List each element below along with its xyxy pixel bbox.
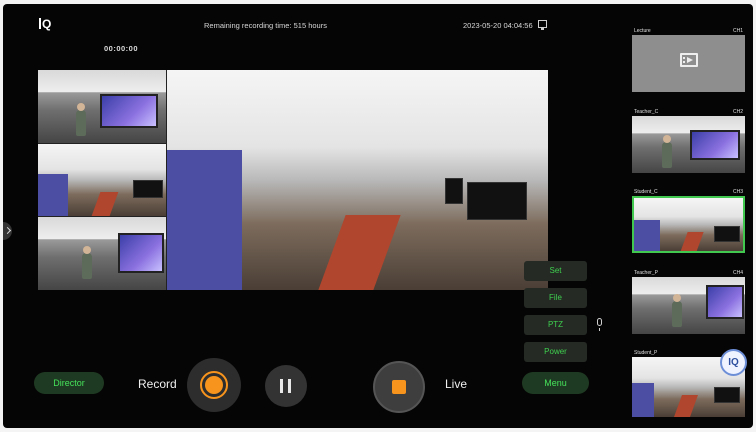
- record-label: Record: [138, 377, 177, 391]
- preview-tile-student[interactable]: [38, 144, 166, 216]
- preview-tile-teacher[interactable]: [38, 70, 166, 143]
- record-button[interactable]: [187, 358, 241, 412]
- video-file-icon: [680, 53, 698, 67]
- channel-lecture[interactable]: Lecture CH1: [630, 28, 747, 94]
- file-button[interactable]: File: [524, 288, 587, 308]
- channel-student-c[interactable]: Student_C CH3: [630, 189, 747, 255]
- iq-logo: Q: [39, 17, 51, 31]
- recording-timer: 00:00:00: [104, 44, 139, 53]
- ptz-button[interactable]: PTZ: [524, 315, 587, 335]
- monitor-icon[interactable]: [538, 20, 547, 30]
- datetime-display: 2023-05-20 04:04:56: [463, 21, 533, 30]
- expand-handle[interactable]: [3, 222, 12, 240]
- iq-assistant-button[interactable]: IQ: [720, 349, 747, 376]
- preview-tile-teacher-p[interactable]: [38, 217, 166, 290]
- channel-teacher-p[interactable]: Teacher_P CH4: [630, 270, 747, 336]
- recorder-app: Q Remaining recording time: 515 hours 20…: [3, 4, 753, 428]
- menu-button[interactable]: Menu: [522, 372, 589, 394]
- preview-tile-main[interactable]: [167, 70, 548, 290]
- pause-button[interactable]: [265, 365, 307, 407]
- set-button[interactable]: Set: [524, 261, 587, 281]
- channel-teacher-c[interactable]: Teacher_C CH2: [630, 109, 747, 175]
- live-label: Live: [445, 377, 468, 391]
- power-button[interactable]: Power: [524, 342, 587, 362]
- main-preview[interactable]: [38, 70, 548, 290]
- microphone-icon[interactable]: [597, 318, 602, 331]
- live-stop-button[interactable]: [373, 361, 425, 413]
- director-button[interactable]: Director: [34, 372, 104, 394]
- remaining-recording-time: Remaining recording time: 515 hours: [204, 21, 327, 30]
